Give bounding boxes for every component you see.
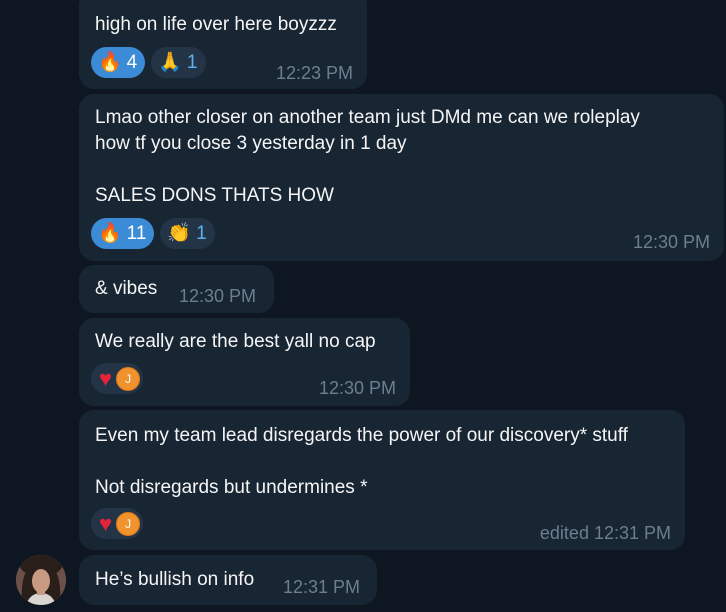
message-text: Lmao other closer on another team just D…	[95, 107, 640, 206]
clap-emoji-icon: 👏	[167, 223, 192, 244]
avatar-photo-icon	[16, 555, 66, 605]
reaction-count: 1	[186, 51, 198, 73]
reactions-row: 🔥 4 🙏 1	[91, 47, 206, 78]
reactions-row: ♥ J	[91, 363, 144, 394]
message-bubble[interactable]: Lmao other closer on another team just D…	[79, 94, 724, 261]
reaction-heart[interactable]: ♥ J	[91, 508, 144, 539]
message-time: edited 12:31 PM	[539, 523, 671, 543]
reaction-clap[interactable]: 👏 1	[160, 218, 215, 249]
fire-emoji-icon: 🔥	[98, 52, 122, 73]
message-bubble[interactable]: He’s bullish on info 12:31 PM	[79, 555, 377, 605]
message-bubble[interactable]: & vibes 12:30 PM	[79, 265, 274, 313]
reaction-fire[interactable]: 🔥 4	[91, 47, 146, 78]
reactor-avatar: J	[116, 366, 141, 391]
sender-avatar[interactable]	[16, 555, 66, 605]
reaction-heart[interactable]: ♥ J	[91, 363, 144, 394]
reaction-count: 4	[126, 51, 138, 73]
reactor-avatar: J	[116, 511, 141, 536]
heart-icon: ♥	[99, 365, 113, 391]
message-text: Even my team lead disregards the power o…	[95, 425, 628, 498]
message-text: We really are the best yall no cap	[95, 331, 376, 352]
reactions-row: ♥ J	[91, 508, 144, 539]
message-time: 12:23 PM	[275, 63, 353, 83]
reaction-pray[interactable]: 🙏 1	[151, 47, 206, 78]
pray-emoji-icon: 🙏	[158, 52, 182, 73]
message-text: & vibes	[95, 278, 158, 299]
message-time: 12:30 PM	[179, 286, 257, 306]
heart-icon: ♥	[99, 510, 113, 536]
message-time: 12:30 PM	[632, 232, 710, 252]
message-bubble[interactable]: high on life over here boyzzz 🔥 4 🙏 1 12…	[79, 0, 367, 89]
reaction-fire[interactable]: 🔥 11	[91, 218, 155, 249]
reaction-count: 1	[196, 222, 207, 244]
fire-emoji-icon: 🔥	[98, 223, 122, 244]
message-text: high on life over here boyzzz	[95, 14, 337, 35]
message-bubble[interactable]: Even my team lead disregards the power o…	[79, 410, 685, 550]
reactions-row: 🔥 11 👏 1	[91, 218, 215, 249]
message-bubble[interactable]: We really are the best yall no cap ♥ J 1…	[79, 318, 410, 406]
message-time: 12:31 PM	[283, 577, 361, 597]
message-time: 12:30 PM	[318, 378, 396, 398]
reaction-count: 11	[126, 222, 147, 244]
message-text: He’s bullish on info	[95, 569, 255, 590]
